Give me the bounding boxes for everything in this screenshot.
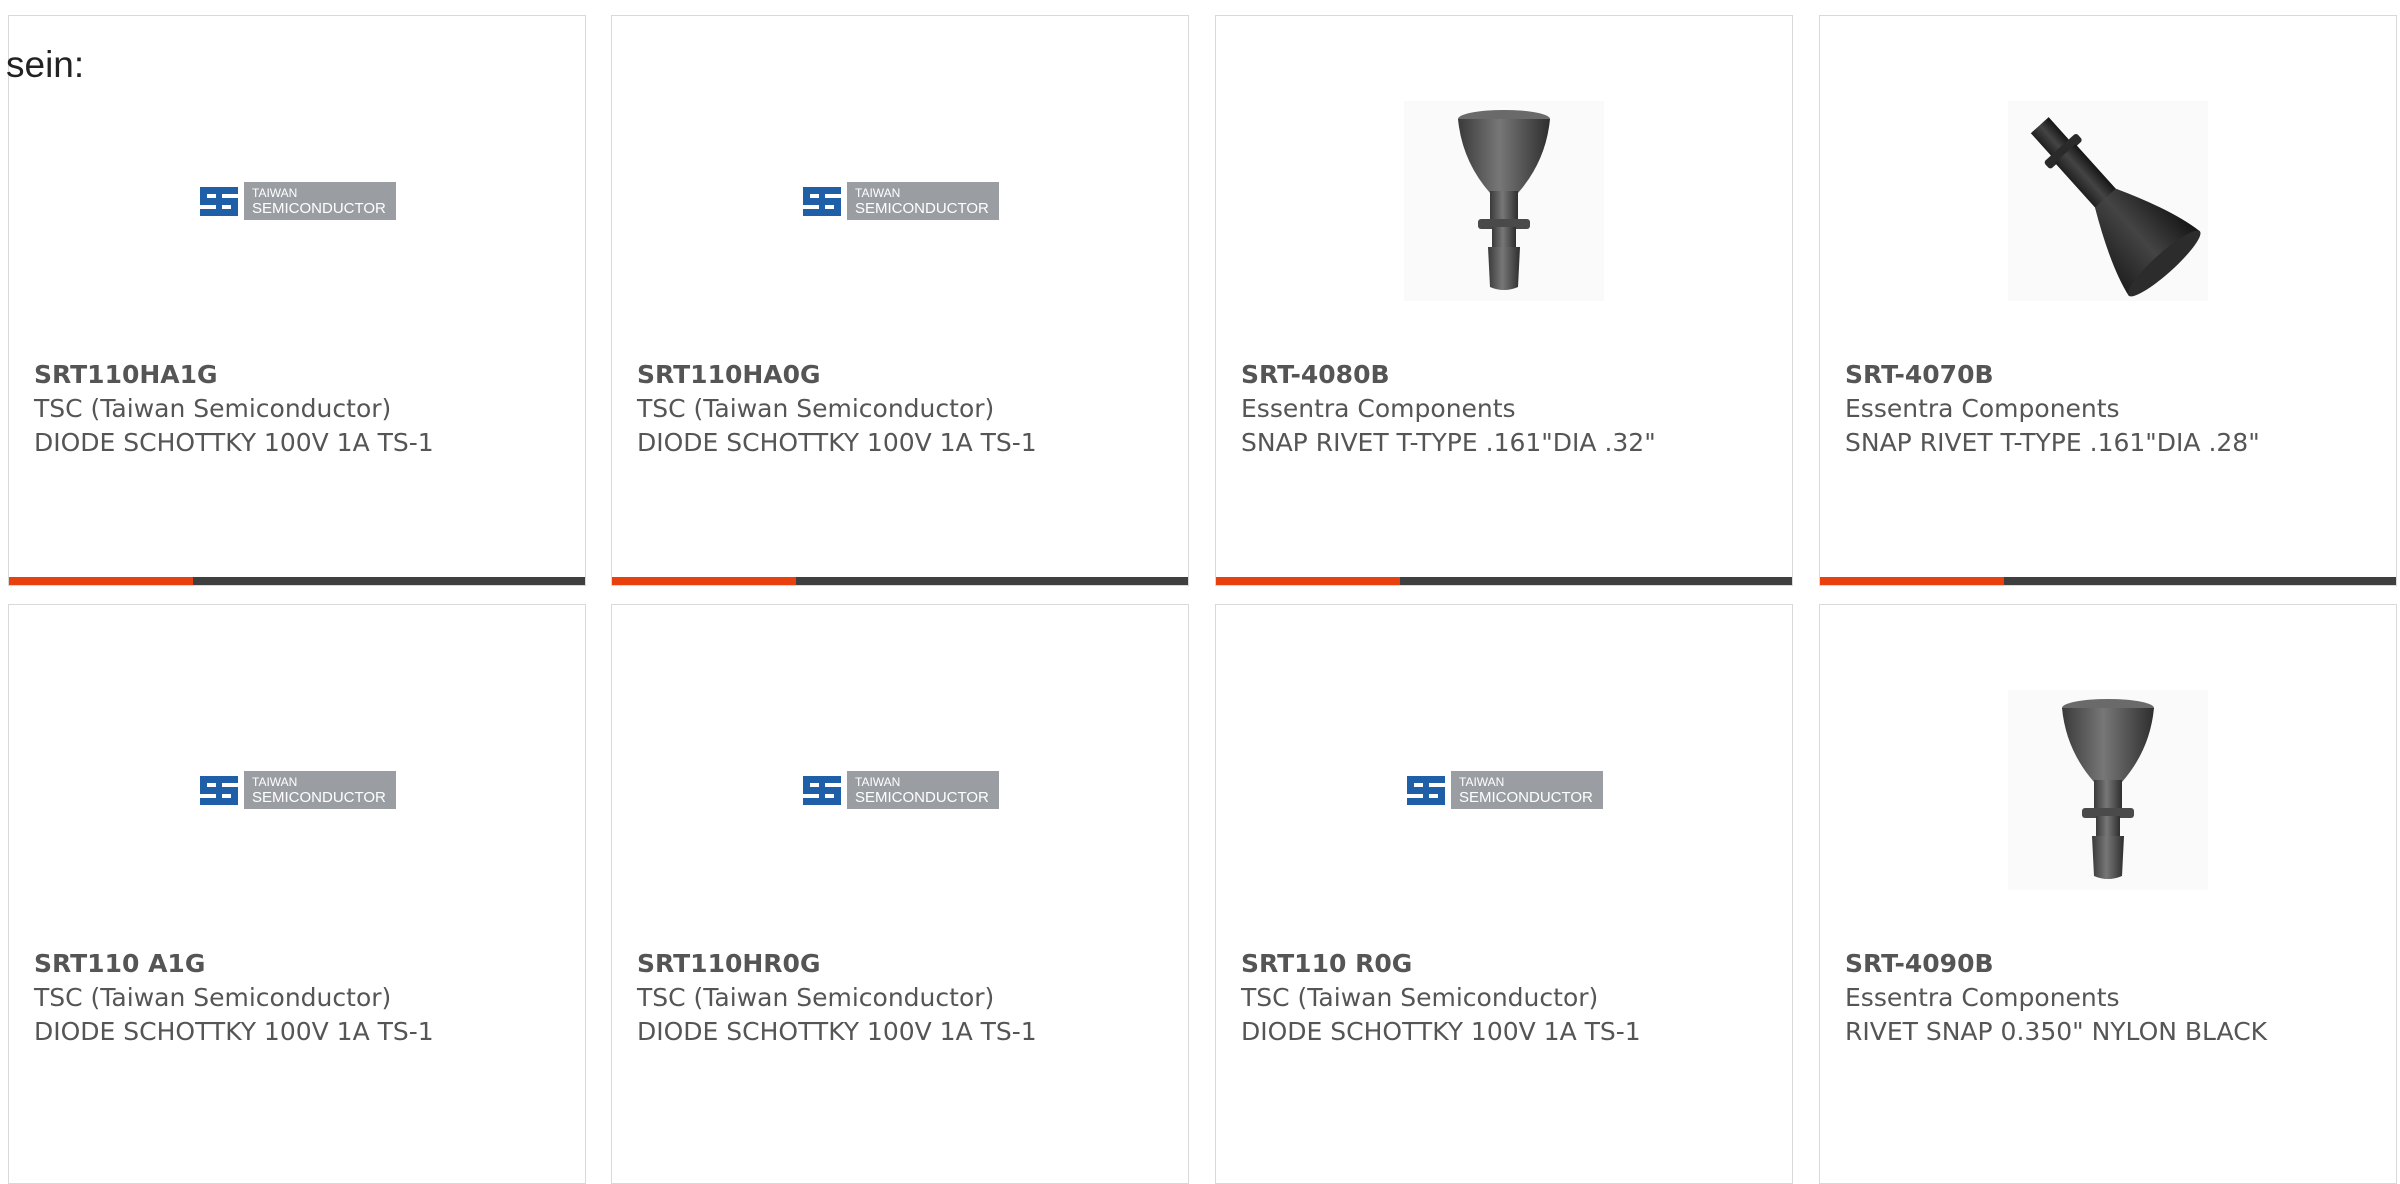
manufacturer-name: TSC (Taiwan Semiconductor) xyxy=(637,394,995,423)
intro-text: sein: xyxy=(6,44,85,85)
tsc-logo: TAIWAN SEMICONDUCTOR xyxy=(801,181,999,221)
rivet-image xyxy=(1404,101,1604,301)
product-card[interactable]: TAIWAN SEMICONDUCTOR SRT110HR0G TSC (Tai… xyxy=(611,604,1189,1184)
product-description: RIVET SNAP 0.350" NYLON BLACK xyxy=(1845,1017,2268,1046)
tsc-logo: TAIWAN SEMICONDUCTOR xyxy=(198,181,396,221)
product-card[interactable]: TAIWAN SEMICONDUCTOR SRT110HA1G TSC (Tai… xyxy=(8,15,586,586)
manufacturer-name: Essentra Components xyxy=(1845,394,2120,423)
manufacturer-name: TSC (Taiwan Semiconductor) xyxy=(1241,983,1599,1012)
progress-bar-fill xyxy=(1216,577,1401,585)
part-number-link[interactable]: SRT110HA1G xyxy=(34,358,504,392)
product-thumbnail: TAIWAN SEMICONDUCTOR xyxy=(612,71,1188,331)
part-number-link[interactable]: SRT-4090B xyxy=(1845,947,2315,981)
part-number-link[interactable]: SRT110HA0G xyxy=(637,358,1107,392)
svg-text:TAIWAN: TAIWAN xyxy=(252,186,297,200)
manufacturer-name: Essentra Components xyxy=(1241,394,1516,423)
part-number-link[interactable]: SRT110HR0G xyxy=(637,947,1107,981)
product-card[interactable]: SRT-4080B Essentra Components SNAP RIVET… xyxy=(1215,15,1793,586)
svg-text:SEMICONDUCTOR: SEMICONDUCTOR xyxy=(1459,789,1593,806)
part-number-link[interactable]: SRT110 R0G xyxy=(1241,947,1711,981)
part-number-link[interactable]: SRT-4080B xyxy=(1241,358,1711,392)
product-thumbnail: TAIWAN SEMICONDUCTOR xyxy=(1216,660,1792,920)
svg-text:SEMICONDUCTOR: SEMICONDUCTOR xyxy=(252,789,386,806)
product-thumbnail xyxy=(1820,71,2396,331)
svg-text:TAIWAN: TAIWAN xyxy=(252,775,297,789)
product-description: DIODE SCHOTTKY 100V 1A TS-1 xyxy=(637,428,1037,457)
svg-text:TAIWAN: TAIWAN xyxy=(1459,775,1504,789)
manufacturer-name: TSC (Taiwan Semiconductor) xyxy=(637,983,995,1012)
svg-text:TAIWAN: TAIWAN xyxy=(855,186,900,200)
manufacturer-name: TSC (Taiwan Semiconductor) xyxy=(34,983,392,1012)
tsc-logo: TAIWAN SEMICONDUCTOR xyxy=(198,770,396,810)
tsc-logo: TAIWAN SEMICONDUCTOR xyxy=(1405,770,1603,810)
part-number-link[interactable]: SRT110 A1G xyxy=(34,947,504,981)
product-description: DIODE SCHOTTKY 100V 1A TS-1 xyxy=(637,1017,1037,1046)
product-description: DIODE SCHOTTKY 100V 1A TS-1 xyxy=(34,1017,434,1046)
svg-text:SEMICONDUCTOR: SEMICONDUCTOR xyxy=(252,200,386,217)
product-card[interactable]: SRT-4090B Essentra Components RIVET SNAP… xyxy=(1819,604,2397,1184)
tsc-logo: TAIWAN SEMICONDUCTOR xyxy=(801,770,999,810)
product-thumbnail: TAIWAN SEMICONDUCTOR xyxy=(612,660,1188,920)
progress-bar-fill xyxy=(612,577,797,585)
product-card[interactable]: TAIWAN SEMICONDUCTOR SRT110 A1G TSC (Tai… xyxy=(8,604,586,1184)
progress-bar xyxy=(612,577,1188,585)
progress-bar-fill xyxy=(9,577,194,585)
product-thumbnail: TAIWAN SEMICONDUCTOR xyxy=(9,660,585,920)
progress-bar xyxy=(9,577,585,585)
part-number-link[interactable]: SRT-4070B xyxy=(1845,358,2315,392)
product-card[interactable]: TAIWAN SEMICONDUCTOR SRT110HA0G TSC (Tai… xyxy=(611,15,1189,586)
svg-text:SEMICONDUCTOR: SEMICONDUCTOR xyxy=(855,200,989,217)
product-thumbnail xyxy=(1820,660,2396,920)
product-card[interactable]: SRT-4070B Essentra Components SNAP RIVET… xyxy=(1819,15,2397,586)
rivet-image xyxy=(2008,101,2208,301)
progress-bar-fill xyxy=(1820,577,2005,585)
product-thumbnail xyxy=(1216,71,1792,331)
product-thumbnail: TAIWAN SEMICONDUCTOR xyxy=(9,71,585,331)
svg-text:SEMICONDUCTOR: SEMICONDUCTOR xyxy=(855,789,989,806)
product-card[interactable]: TAIWAN SEMICONDUCTOR SRT110 R0G TSC (Tai… xyxy=(1215,604,1793,1184)
progress-bar xyxy=(1216,577,1792,585)
product-description: SNAP RIVET T-TYPE .161"DIA .32" xyxy=(1241,428,1656,457)
svg-text:TAIWAN: TAIWAN xyxy=(855,775,900,789)
product-description: DIODE SCHOTTKY 100V 1A TS-1 xyxy=(1241,1017,1641,1046)
product-description: SNAP RIVET T-TYPE .161"DIA .28" xyxy=(1845,428,2260,457)
rivet-image xyxy=(2008,690,2208,890)
manufacturer-name: TSC (Taiwan Semiconductor) xyxy=(34,394,392,423)
product-description: DIODE SCHOTTKY 100V 1A TS-1 xyxy=(34,428,434,457)
progress-bar xyxy=(1820,577,2396,585)
manufacturer-name: Essentra Components xyxy=(1845,983,2120,1012)
